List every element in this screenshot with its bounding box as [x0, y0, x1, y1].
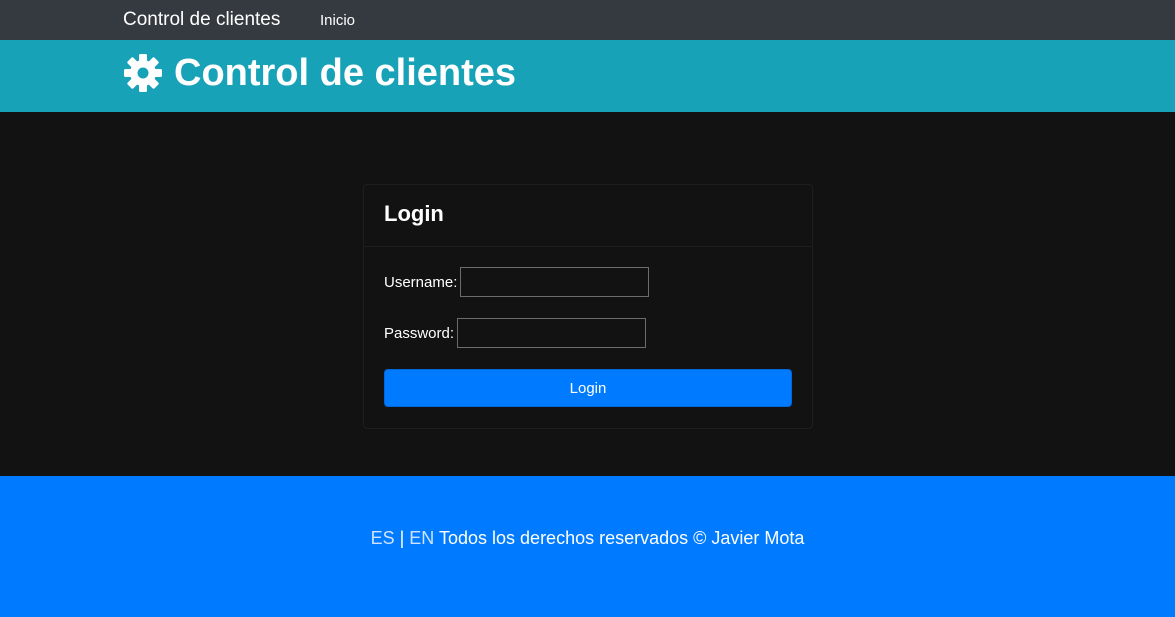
- username-input[interactable]: [460, 267, 650, 297]
- lang-en-link[interactable]: EN: [409, 528, 434, 548]
- password-input[interactable]: [457, 318, 647, 348]
- login-button[interactable]: Login: [384, 369, 792, 407]
- footer-text: ES | EN Todos los derechos reservados © …: [0, 528, 1175, 549]
- page-title: Control de clientes: [174, 52, 517, 94]
- lang-es-link[interactable]: ES: [371, 528, 395, 548]
- footer: ES | EN Todos los derechos reservados © …: [0, 476, 1175, 617]
- top-navbar: Control de clientes Inicio: [0, 0, 1175, 40]
- copyright-text: Todos los derechos reservados © Javier M…: [439, 528, 805, 548]
- navbar-brand[interactable]: Control de clientes: [123, 9, 280, 31]
- password-row: Password:: [384, 318, 647, 348]
- page-header: Control de clientes: [0, 40, 1175, 112]
- login-form: Username: Password: Login: [364, 247, 812, 429]
- gear-icon: [123, 53, 163, 93]
- username-label: Username:: [384, 273, 458, 291]
- nav-link-inicio[interactable]: Inicio: [320, 12, 355, 29]
- login-card: Login Username: Password: Login: [363, 184, 813, 429]
- password-label: Password:: [384, 324, 455, 342]
- login-card-header: Login: [364, 185, 812, 247]
- main-content: Login Username: Password: Login: [0, 112, 1175, 476]
- lang-separator: |: [399, 528, 405, 548]
- login-title: Login: [384, 201, 444, 226]
- username-row: Username:: [384, 267, 650, 297]
